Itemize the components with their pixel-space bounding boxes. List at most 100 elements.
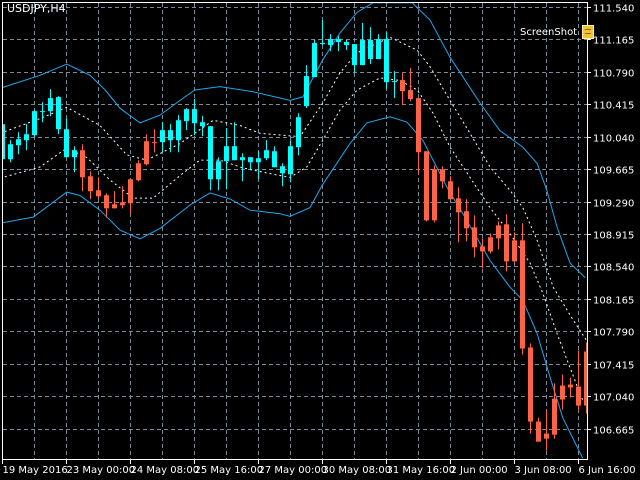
candle-body <box>376 39 381 60</box>
candle <box>424 151 429 222</box>
candle <box>536 417 541 442</box>
price-chart[interactable]: 111.540 111.165 110.790 110.415 110.040 109.6… <box>0 0 640 480</box>
candle-body <box>576 386 581 406</box>
candle <box>408 68 413 102</box>
candle <box>152 129 157 153</box>
candle-body <box>208 126 213 180</box>
candle-body <box>544 433 549 439</box>
candle <box>48 89 53 117</box>
candle-body <box>216 161 221 180</box>
candle-body <box>432 169 437 221</box>
price-tick-label: 110.415 <box>593 101 634 112</box>
price-tick-label: 111.540 <box>593 4 634 15</box>
candle-body <box>56 97 61 130</box>
screenshot-label: ScreenShot <box>520 26 578 38</box>
candle-body <box>104 195 109 209</box>
price-axis[interactable]: 111.540 111.165 110.790 110.415 110.040 109.6… <box>587 4 634 437</box>
candle <box>280 163 285 187</box>
candle <box>88 171 93 200</box>
candle <box>344 40 349 51</box>
candle-body <box>136 163 141 181</box>
time-tick-label: 25 May 16:00 <box>195 465 264 476</box>
price-tick-label: 109.290 <box>593 199 634 210</box>
candle-body <box>128 179 133 204</box>
candle <box>432 165 437 223</box>
candle-body <box>344 42 349 46</box>
candle <box>392 71 397 99</box>
candle-body <box>320 43 325 45</box>
candle <box>16 132 21 155</box>
candle-body <box>408 90 413 100</box>
candle-body <box>368 40 373 60</box>
candle-body <box>176 120 181 141</box>
candle <box>520 223 525 355</box>
candle <box>376 34 381 60</box>
candle-body <box>224 146 229 162</box>
candle <box>40 102 45 123</box>
time-axis[interactable]: 19 May 201623 May 00:0024 May 08:0025 Ma… <box>2 459 636 476</box>
candle-body <box>280 166 285 174</box>
candle <box>360 22 365 66</box>
candle <box>256 151 261 180</box>
time-tick-label: 31 May 16:00 <box>387 465 456 476</box>
candle <box>104 193 109 218</box>
candle-body <box>584 351 587 406</box>
candle <box>32 110 37 138</box>
price-tick-label: 106.665 <box>593 426 634 437</box>
candle-body <box>536 421 541 442</box>
candle <box>368 27 373 65</box>
candle <box>448 176 453 200</box>
price-tick-label: 110.040 <box>593 134 634 145</box>
candle <box>472 215 477 258</box>
candle-body <box>464 211 469 229</box>
candle-body <box>400 80 405 92</box>
candle <box>488 233 493 254</box>
candle-body <box>152 142 157 144</box>
candle-body <box>256 158 261 163</box>
candle <box>264 140 269 161</box>
candle <box>296 113 301 156</box>
candle <box>64 118 69 158</box>
candle <box>136 160 141 182</box>
screenshot-button[interactable]: ScreenShot <box>520 25 595 39</box>
candle <box>584 342 587 414</box>
candle <box>56 96 61 135</box>
candle <box>112 191 117 209</box>
candle <box>176 115 181 153</box>
candle-body <box>528 347 533 422</box>
candle <box>288 140 293 183</box>
candle-body <box>232 146 237 161</box>
price-tick-label: 109.665 <box>593 166 634 177</box>
scroll-icon <box>582 25 595 39</box>
candle <box>312 40 317 78</box>
candle <box>208 126 213 191</box>
candle-body <box>32 111 37 136</box>
candle <box>232 122 237 161</box>
candle <box>504 214 509 272</box>
candle <box>328 34 333 52</box>
candle-body <box>424 151 429 221</box>
candle-body <box>160 130 165 143</box>
candle-body <box>144 141 149 165</box>
candle <box>552 383 557 439</box>
candle-body <box>296 117 301 148</box>
candle-body <box>200 122 205 127</box>
candle-body <box>40 111 45 113</box>
candle <box>560 374 565 410</box>
candle-body <box>312 43 317 78</box>
candle-body <box>512 240 517 262</box>
candle-body <box>8 144 13 160</box>
candle <box>72 146 77 173</box>
candle <box>120 186 125 209</box>
band-inner-lower <box>3 77 584 401</box>
candle <box>184 108 189 131</box>
candle-body <box>184 109 189 122</box>
candle-body <box>48 98 53 112</box>
candle <box>544 410 549 451</box>
candle-body <box>80 150 85 178</box>
price-tick-label: 107.790 <box>593 328 634 339</box>
time-tick-label: 19 May 2016 <box>3 465 68 476</box>
candle-body <box>456 198 461 213</box>
candle <box>8 140 13 163</box>
candle-body <box>504 224 509 262</box>
